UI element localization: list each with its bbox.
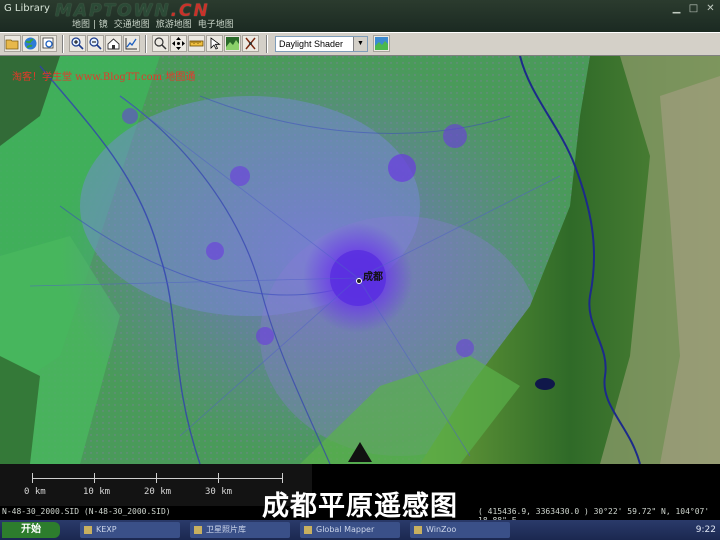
toolbar-separator — [145, 35, 147, 53]
ruler-icon — [189, 40, 204, 47]
home-button[interactable] — [105, 35, 122, 52]
open-button[interactable] — [4, 35, 21, 52]
map-watermark: 淘客！学生堂 www.BlogTT.com 地图通 — [12, 72, 196, 83]
terrain-button[interactable] — [224, 35, 241, 52]
home-icon — [107, 38, 120, 50]
minimize-icon[interactable]: ▁ — [671, 3, 682, 14]
ruler-button[interactable] — [188, 35, 205, 52]
shader-select[interactable]: Daylight Shader ▼ — [275, 36, 368, 52]
open-icon — [5, 39, 19, 50]
terrain-icon — [226, 37, 239, 50]
menu-item-electronic[interactable]: 电子地图 — [198, 17, 234, 30]
title-bar: G Library MAPTOWN.CN 地图 | 镜 交通地图 旅游地图 电子… — [0, 0, 720, 32]
north-arrow-icon — [348, 442, 372, 462]
chart-icon — [125, 38, 137, 50]
magnifier-icon — [154, 37, 167, 50]
map-canvas[interactable]: 淘客！学生堂 www.BlogTT.com 地图通 成都 — [0, 56, 720, 464]
menu-item-map[interactable]: 地图 | 镜 — [72, 17, 108, 30]
tools-button[interactable] — [242, 35, 259, 52]
layers-button[interactable] — [40, 35, 57, 52]
scale-tick — [94, 473, 95, 483]
menu-item-travel[interactable]: 旅游地图 — [156, 17, 192, 30]
zoom-in-button[interactable] — [69, 35, 86, 52]
globe-icon — [24, 37, 37, 50]
maximize-icon[interactable]: □ — [688, 3, 699, 14]
start-button[interactable]: 开始 — [2, 522, 60, 538]
app-title: G Library — [4, 3, 50, 14]
scale-tick — [282, 473, 283, 483]
layers-icon — [42, 37, 54, 49]
toolbar-separator — [62, 35, 64, 53]
shader-preview-icon — [375, 37, 388, 50]
close-icon[interactable]: ✕ — [705, 3, 716, 14]
status-file: N-48-30_2000.SID (N-48-30_2000.SID) — [2, 507, 171, 516]
taskbar-clock: 9:22 — [695, 525, 716, 535]
pointer-icon — [210, 37, 221, 50]
magnifier-button[interactable] — [152, 35, 169, 52]
city-label: 成都 — [363, 272, 383, 283]
taskbar-item[interactable]: Global Mapper — [300, 522, 400, 538]
status-bar: N-48-30_2000.SID (N-48-30_2000.SID) ( 41… — [0, 505, 720, 525]
globe-button[interactable] — [22, 35, 39, 52]
taskbar-item[interactable]: 卫星照片库 — [190, 522, 290, 538]
menu-bar: 地图 | 镜 交通地图 旅游地图 电子地图 — [72, 17, 234, 30]
window-controls: ▁ □ ✕ — [671, 3, 716, 14]
scale-line — [32, 478, 282, 479]
shader-select-value: Daylight Shader — [279, 39, 344, 49]
shader-preview-button[interactable] — [373, 35, 390, 52]
pointer-button[interactable] — [206, 35, 223, 52]
satellite-image — [0, 56, 720, 464]
taskbar-item[interactable]: WinZoo — [410, 522, 510, 538]
chart-button[interactable] — [123, 35, 140, 52]
city-marker-icon — [356, 278, 362, 284]
taskbar-item[interactable]: KEXP — [80, 522, 180, 538]
scale-tick — [32, 473, 33, 483]
scale-tick — [218, 473, 219, 483]
chevron-down-icon[interactable]: ▼ — [353, 37, 367, 51]
toolbar: Daylight Shader ▼ — [0, 32, 720, 56]
zoom-out-button[interactable] — [87, 35, 104, 52]
menu-item-traffic[interactable]: 交通地图 — [114, 17, 150, 30]
pan-button[interactable] — [170, 35, 187, 52]
toolbar-separator — [266, 35, 268, 53]
scale-tick — [156, 473, 157, 483]
zoom-in-icon — [71, 37, 84, 50]
taskbar: 开始 KEXP 卫星照片库 Global Mapper WinZoo 9:22 — [0, 520, 720, 540]
zoom-out-icon — [89, 37, 102, 50]
pan-icon — [172, 37, 185, 50]
tools-icon — [245, 37, 256, 50]
